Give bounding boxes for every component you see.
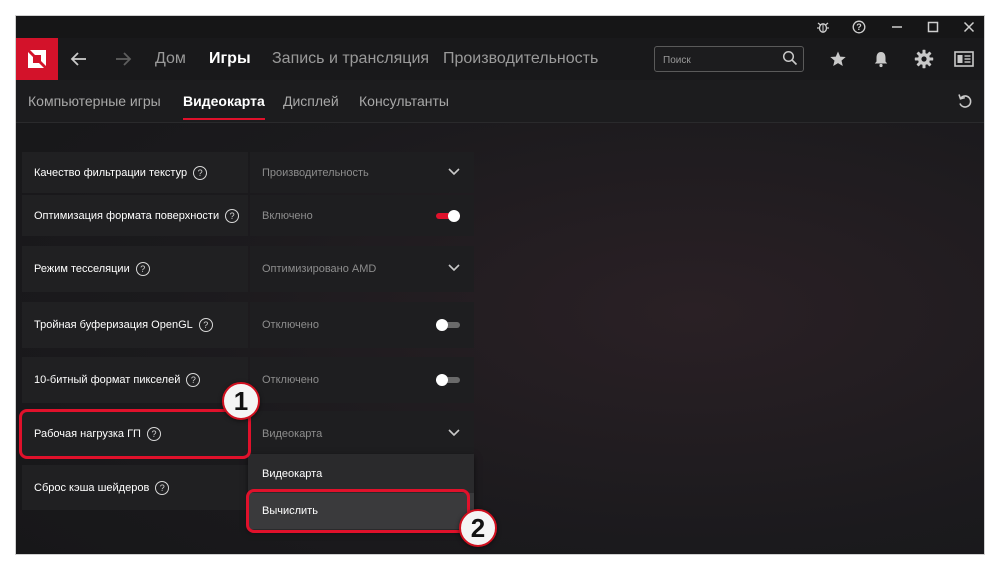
- title-bar: ?: [16, 16, 984, 38]
- setting-label-text: Качество фильтрации текстур: [34, 166, 188, 179]
- chevron-down-icon: [448, 429, 460, 437]
- search-icon[interactable]: [782, 50, 798, 71]
- help-circle-icon[interactable]: ?: [225, 208, 240, 223]
- tab-home[interactable]: Дом: [155, 38, 186, 80]
- help-circle-icon[interactable]: ?: [186, 373, 201, 387]
- app-window: ? Дом Игры Запись и трансляция Производи…: [16, 16, 984, 554]
- dropdown-value: Видеокарта: [262, 428, 323, 440]
- search-box[interactable]: [654, 46, 804, 72]
- minimize-icon[interactable]: [882, 16, 912, 38]
- tab-performance[interactable]: Производительность: [443, 38, 598, 80]
- tessellation-dropdown[interactable]: Оптимизировано AMD: [250, 246, 474, 292]
- star-icon[interactable]: [818, 38, 858, 80]
- toggle-knob: [448, 209, 460, 222]
- triple-buffering-setting: Отключено: [250, 302, 474, 348]
- tab-graphics-card[interactable]: Видеокарта: [183, 80, 265, 122]
- setting-label-text: Сброс кэша шейдеров: [34, 481, 150, 494]
- amd-logo[interactable]: [16, 38, 58, 80]
- gear-icon[interactable]: [904, 38, 944, 80]
- chevron-down-icon: [448, 167, 460, 175]
- sub-nav: Компьютерные игры Видеокарта Дисплей Кон…: [16, 80, 984, 123]
- setting-label-text: 10-битный формат пикселей: [34, 374, 181, 386]
- setting-label-triple-buffering: Тройная буферизация OpenGL ?: [22, 302, 248, 348]
- setting-label-tessellation: Режим тесселяции ?: [22, 246, 248, 292]
- close-icon[interactable]: [954, 16, 984, 38]
- help-circle-icon[interactable]: ?: [198, 318, 213, 332]
- dropdown-value: Оптимизировано AMD: [262, 263, 377, 275]
- highlight-compute-option: [246, 489, 470, 533]
- setting-label-text: Режим тесселяции: [34, 263, 130, 275]
- menu-option-graphics[interactable]: Видеокарта: [248, 456, 474, 492]
- gpu-workload-dropdown[interactable]: Видеокарта: [250, 411, 474, 457]
- dropdown-value: Производительность: [262, 166, 369, 179]
- help-circle-icon[interactable]: ?: [135, 262, 150, 276]
- bug-icon[interactable]: [808, 16, 838, 38]
- tab-games[interactable]: Игры: [209, 38, 251, 80]
- tab-computer-games[interactable]: Компьютерные игры: [28, 80, 161, 122]
- setting-label-text: Оптимизация формата поверхности: [34, 209, 220, 222]
- toggle-status-text: Отключено: [262, 319, 319, 331]
- texture-filtering-dropdown[interactable]: Производительность: [250, 152, 474, 193]
- toggle-knob: [436, 374, 448, 386]
- step-badge-1: 1: [222, 382, 260, 420]
- tab-display[interactable]: Дисплей: [283, 80, 339, 122]
- back-arrow-icon[interactable]: [70, 38, 88, 80]
- setting-label-text: Тройная буферизация OpenGL: [34, 319, 193, 331]
- bell-icon[interactable]: [861, 38, 901, 80]
- help-circle-icon[interactable]: ?: [155, 480, 170, 495]
- toggle-status-text: Отключено: [262, 374, 319, 386]
- forward-arrow-icon[interactable]: [114, 38, 132, 80]
- step-badge-2: 2: [459, 509, 497, 547]
- 10bit-pixel-toggle[interactable]: [436, 374, 460, 386]
- surface-format-toggle[interactable]: [436, 209, 460, 222]
- highlight-gpu-workload: [19, 409, 251, 459]
- triple-buffering-toggle[interactable]: [436, 319, 460, 331]
- chevron-down-icon: [448, 264, 460, 272]
- main-nav: Дом Игры Запись и трансляция Производите…: [16, 38, 984, 80]
- 10bit-pixel-setting: Отключено: [250, 357, 474, 403]
- setting-label-surface-format: Оптимизация формата поверхности ?: [22, 195, 248, 236]
- tab-advisors[interactable]: Консультанты: [359, 80, 449, 122]
- layout-panel-icon[interactable]: [944, 38, 984, 80]
- setting-label-shader-cache: Сброс кэша шейдеров ?: [22, 465, 248, 510]
- maximize-icon[interactable]: [918, 16, 948, 38]
- help-circle-icon[interactable]: ?: [193, 165, 208, 180]
- tab-record-stream[interactable]: Запись и трансляция: [272, 38, 429, 80]
- reset-icon[interactable]: [956, 92, 974, 110]
- help-icon[interactable]: ?: [844, 16, 874, 38]
- svg-text:?: ?: [856, 22, 862, 32]
- surface-format-setting: Включено: [250, 195, 474, 236]
- setting-label-10bit-pixel: 10-битный формат пикселей ?: [22, 357, 248, 403]
- setting-label-texture-filtering: Качество фильтрации текстур ?: [22, 152, 248, 193]
- toggle-knob: [436, 319, 448, 331]
- search-input[interactable]: [661, 50, 775, 70]
- toggle-status-text: Включено: [262, 209, 313, 222]
